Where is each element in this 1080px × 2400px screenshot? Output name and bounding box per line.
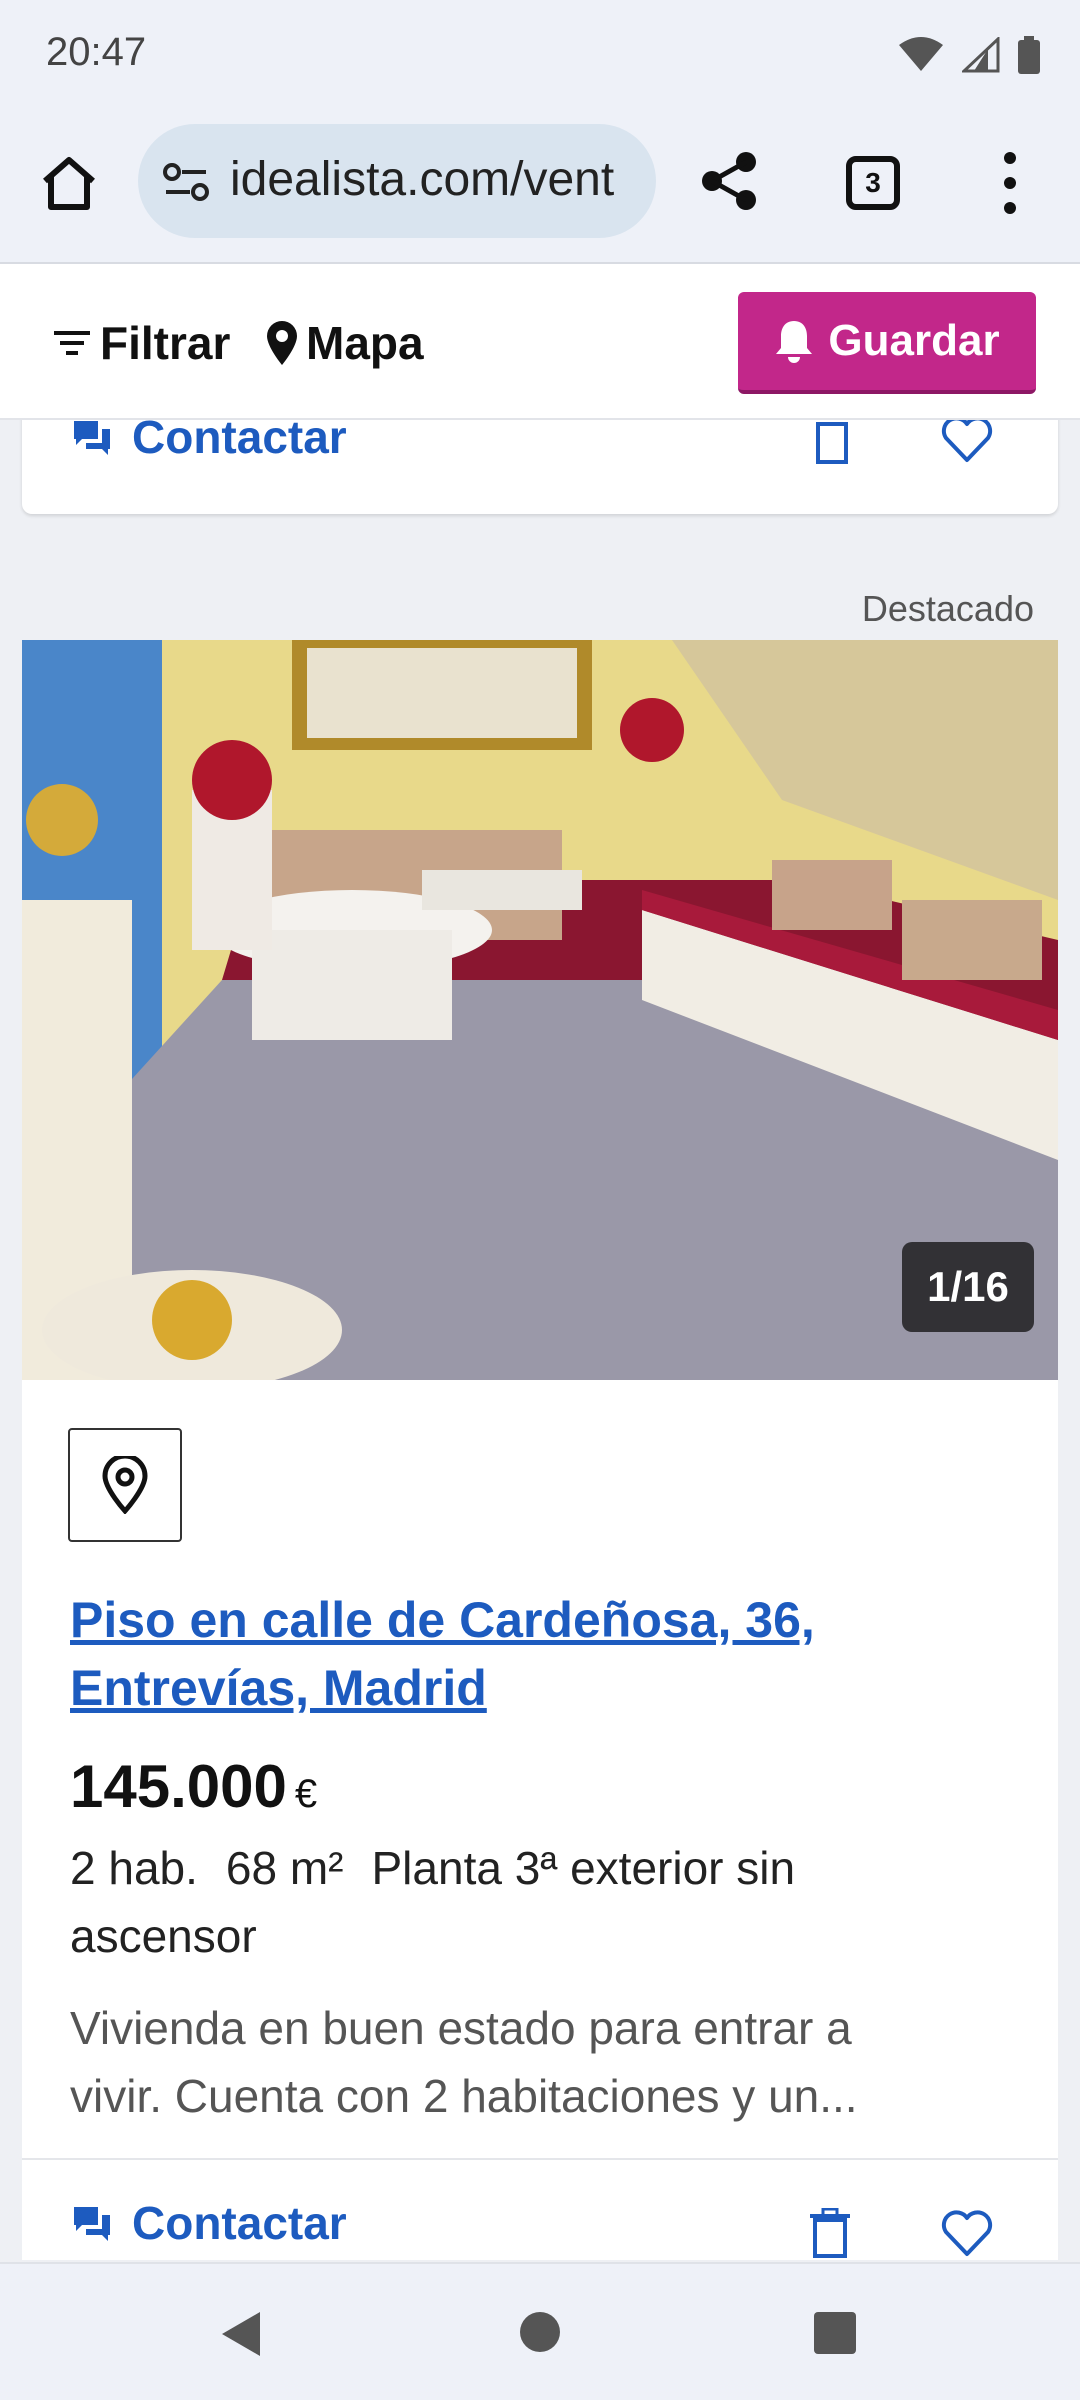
filter-bar: Filtrar Mapa Guardar: [0, 262, 1080, 420]
back-icon[interactable]: [218, 2310, 262, 2358]
battery-icon: [1018, 36, 1040, 74]
save-label: Guardar: [828, 316, 1000, 365]
status-icons: [898, 36, 1040, 74]
save-search-button[interactable]: Guardar: [738, 292, 1036, 394]
status-time: 20:47: [46, 30, 147, 74]
listing-photo[interactable]: 1/16: [22, 640, 1058, 1380]
site-settings-icon[interactable]: [162, 162, 210, 202]
home-icon: [43, 157, 95, 210]
url-text: idealista.com/vent: [230, 153, 615, 206]
map-label: Mapa: [306, 317, 424, 369]
home-button[interactable]: [36, 150, 102, 216]
wifi-icon: [899, 37, 943, 71]
home-nav-icon[interactable]: [518, 2310, 562, 2354]
share-button[interactable]: [698, 150, 760, 212]
location-pin-icon: [267, 321, 297, 365]
price-currency: €: [294, 1772, 318, 1816]
heart-icon[interactable]: [940, 2210, 994, 2258]
description-line2: vivir. Cuenta con 2 habitaciones y un...: [70, 2070, 858, 2122]
map-button[interactable]: Mapa: [264, 316, 424, 370]
featured-badge: Destacado: [861, 588, 1034, 629]
tab-switcher-button[interactable]: 3: [846, 156, 900, 210]
chat-icon: [74, 421, 110, 455]
listing-title-link[interactable]: Piso en calle de Cardeñosa, 36, Entrevía…: [70, 1586, 970, 1722]
listing-title-line2: Entrevías, Madrid: [70, 1660, 487, 1716]
trash-icon[interactable]: [808, 2208, 852, 2258]
filter-label: Filtrar: [100, 317, 231, 369]
share-icon: [702, 152, 756, 210]
rooms: 2 hab.: [70, 1842, 198, 1894]
status-bar: 20:47: [0, 0, 1080, 110]
listing-details: 2 hab. 68 m² Planta 3ª exterior sin ascens…: [70, 1834, 1010, 1970]
browser-toolbar: idealista.com/vent 3: [0, 110, 1080, 262]
photo-counter: 1/16: [902, 1242, 1034, 1332]
signal-icon: [962, 37, 1000, 73]
address-bar[interactable]: idealista.com/vent: [138, 124, 656, 238]
listing-description[interactable]: Vivienda en buen estado para entrar a vi…: [70, 1994, 1010, 2130]
listing-title-line1: Piso en calle de Cardeñosa, 36,: [70, 1592, 815, 1648]
trash-icon[interactable]: [812, 418, 852, 464]
filter-button[interactable]: Filtrar: [50, 316, 230, 370]
recents-icon[interactable]: [814, 2312, 856, 2354]
map-pin-icon: [102, 1456, 148, 1514]
more-vert-icon: [1004, 152, 1016, 214]
listing-card: 1/16 Piso en calle de Cardeñosa, 36, Ent…: [22, 640, 1058, 2260]
chat-icon: [74, 2207, 110, 2241]
listing-price: 145.000 €: [70, 1752, 317, 1821]
browser-menu-button[interactable]: [994, 150, 1026, 216]
bell-icon: [776, 321, 813, 363]
price-value: 145.000: [70, 1753, 287, 1820]
description-line1: Vivienda en buen estado para entrar a: [70, 2002, 852, 2054]
contact-label: Contactar: [132, 2197, 347, 2249]
show-on-map-button[interactable]: [68, 1428, 182, 1542]
contact-button[interactable]: Contactar: [72, 2196, 347, 2250]
heart-icon[interactable]: [940, 416, 994, 464]
area: 68 m²: [225, 1842, 344, 1894]
filter-icon: [54, 331, 90, 355]
system-navigation-bar: [0, 2262, 1080, 2400]
card-divider: [22, 2158, 1058, 2160]
tab-count: 3: [865, 167, 881, 198]
